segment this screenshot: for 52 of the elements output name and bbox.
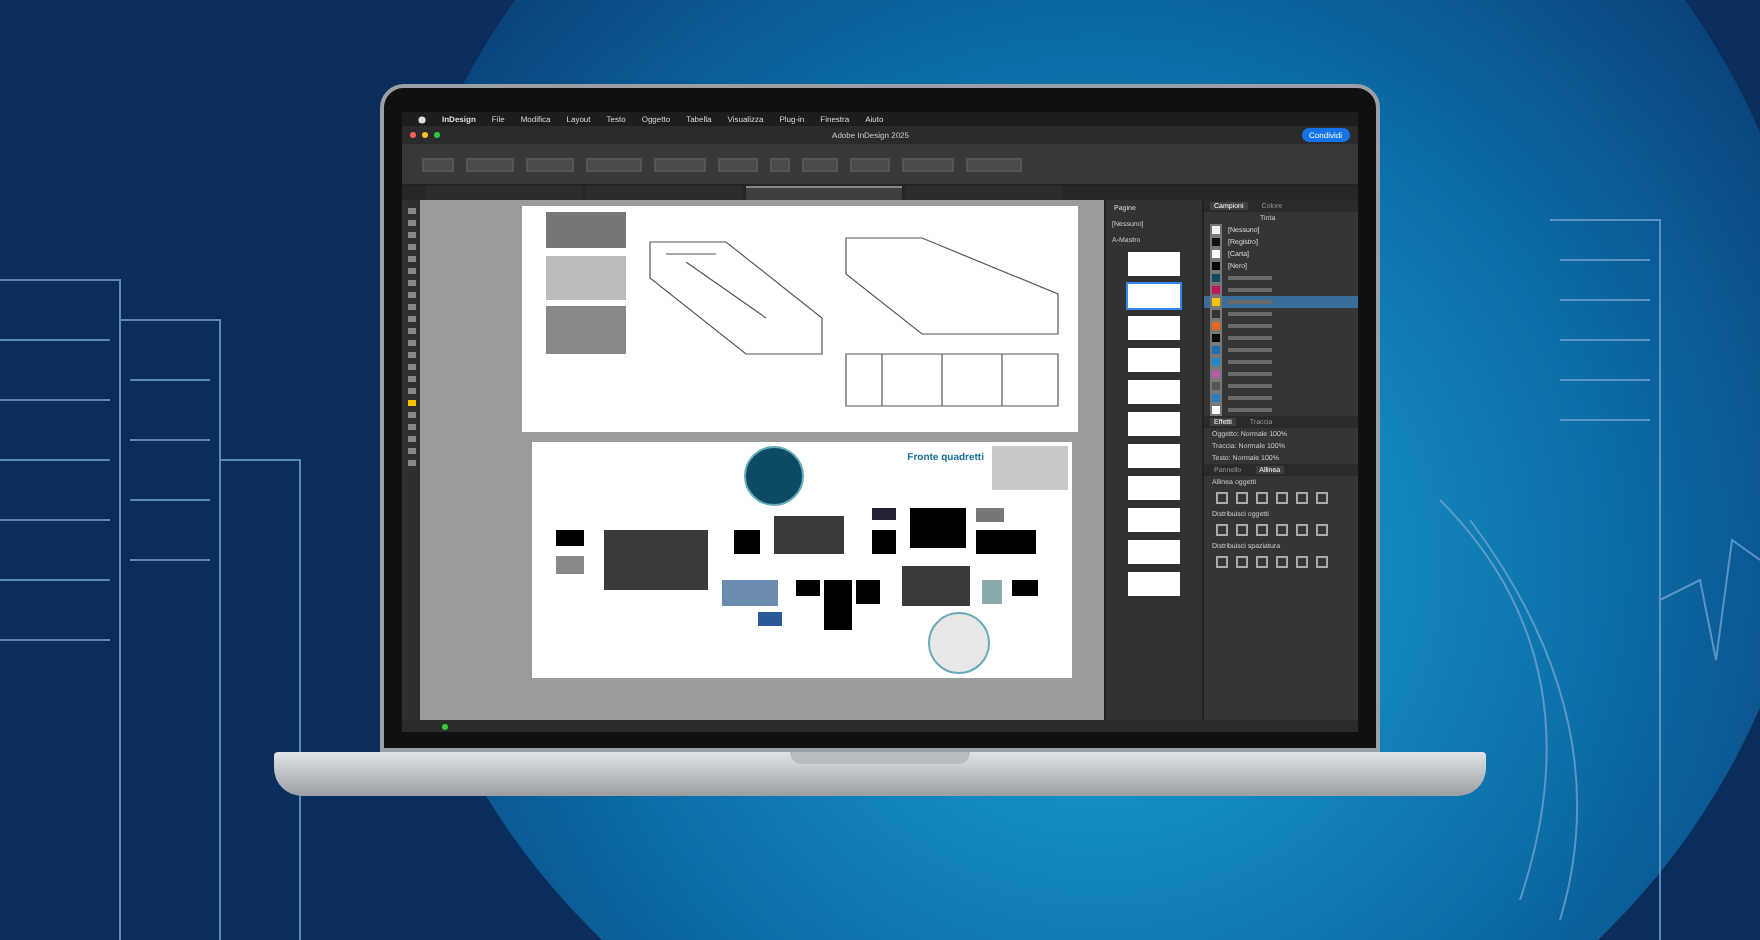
photo-placeholder (1012, 580, 1038, 596)
swatch-row[interactable] (1204, 296, 1358, 308)
page-thumbnail[interactable] (1128, 284, 1180, 308)
control-field[interactable] (422, 157, 454, 171)
page-thumbnail[interactable] (1128, 540, 1180, 564)
zoom-lens-photo (744, 446, 804, 506)
photo-placeholder (546, 306, 626, 354)
photo-placeholder (872, 508, 896, 520)
page-thumbnail[interactable] (1128, 316, 1180, 340)
photo-placeholder (796, 580, 820, 596)
page-thumbnail[interactable] (1128, 252, 1180, 276)
photo-placeholder (604, 530, 708, 590)
control-field[interactable] (466, 157, 514, 171)
status-dot-icon (442, 723, 448, 729)
photo-placeholder (546, 212, 626, 248)
photo-placeholder (546, 256, 626, 300)
control-field[interactable] (966, 157, 1022, 171)
control-field[interactable] (586, 157, 642, 171)
photo-placeholder (774, 516, 844, 554)
photo-placeholder (734, 530, 760, 554)
photo-placeholder (976, 508, 1004, 522)
photo-placeholder (992, 446, 1068, 490)
photo-placeholder (722, 580, 778, 606)
control-field[interactable] (802, 157, 838, 171)
control-field[interactable] (526, 157, 574, 171)
photo-placeholder (982, 580, 1002, 604)
control-field[interactable] (902, 157, 954, 171)
page-thumbnail[interactable] (1128, 572, 1180, 596)
page-thumbnail[interactable] (1128, 476, 1180, 500)
control-field[interactable] (654, 157, 706, 171)
page-thumbnail[interactable] (1128, 444, 1180, 468)
document-tab[interactable] (746, 186, 902, 200)
maximize-icon[interactable] (434, 132, 440, 138)
photo-placeholder (976, 530, 1036, 554)
control-field[interactable] (770, 157, 790, 171)
photo-placeholder (872, 530, 896, 554)
photo-placeholder (910, 508, 966, 548)
photo-placeholder (856, 580, 880, 604)
photo-placeholder (824, 580, 852, 630)
page-thumbnail[interactable] (1128, 348, 1180, 372)
control-field[interactable] (850, 157, 890, 171)
close-icon[interactable] (410, 132, 416, 138)
photo-placeholder (902, 566, 970, 606)
page-thumbnail[interactable] (1128, 412, 1180, 436)
minimize-icon[interactable] (422, 132, 428, 138)
photo-placeholder (556, 530, 584, 546)
page-thumbnail[interactable] (1128, 380, 1180, 404)
photo-placeholder (758, 612, 782, 626)
control-field[interactable] (718, 157, 758, 171)
photo-placeholder (556, 556, 584, 574)
page-thumbnail[interactable] (1128, 508, 1180, 532)
zoom-lens-photo (928, 612, 990, 674)
